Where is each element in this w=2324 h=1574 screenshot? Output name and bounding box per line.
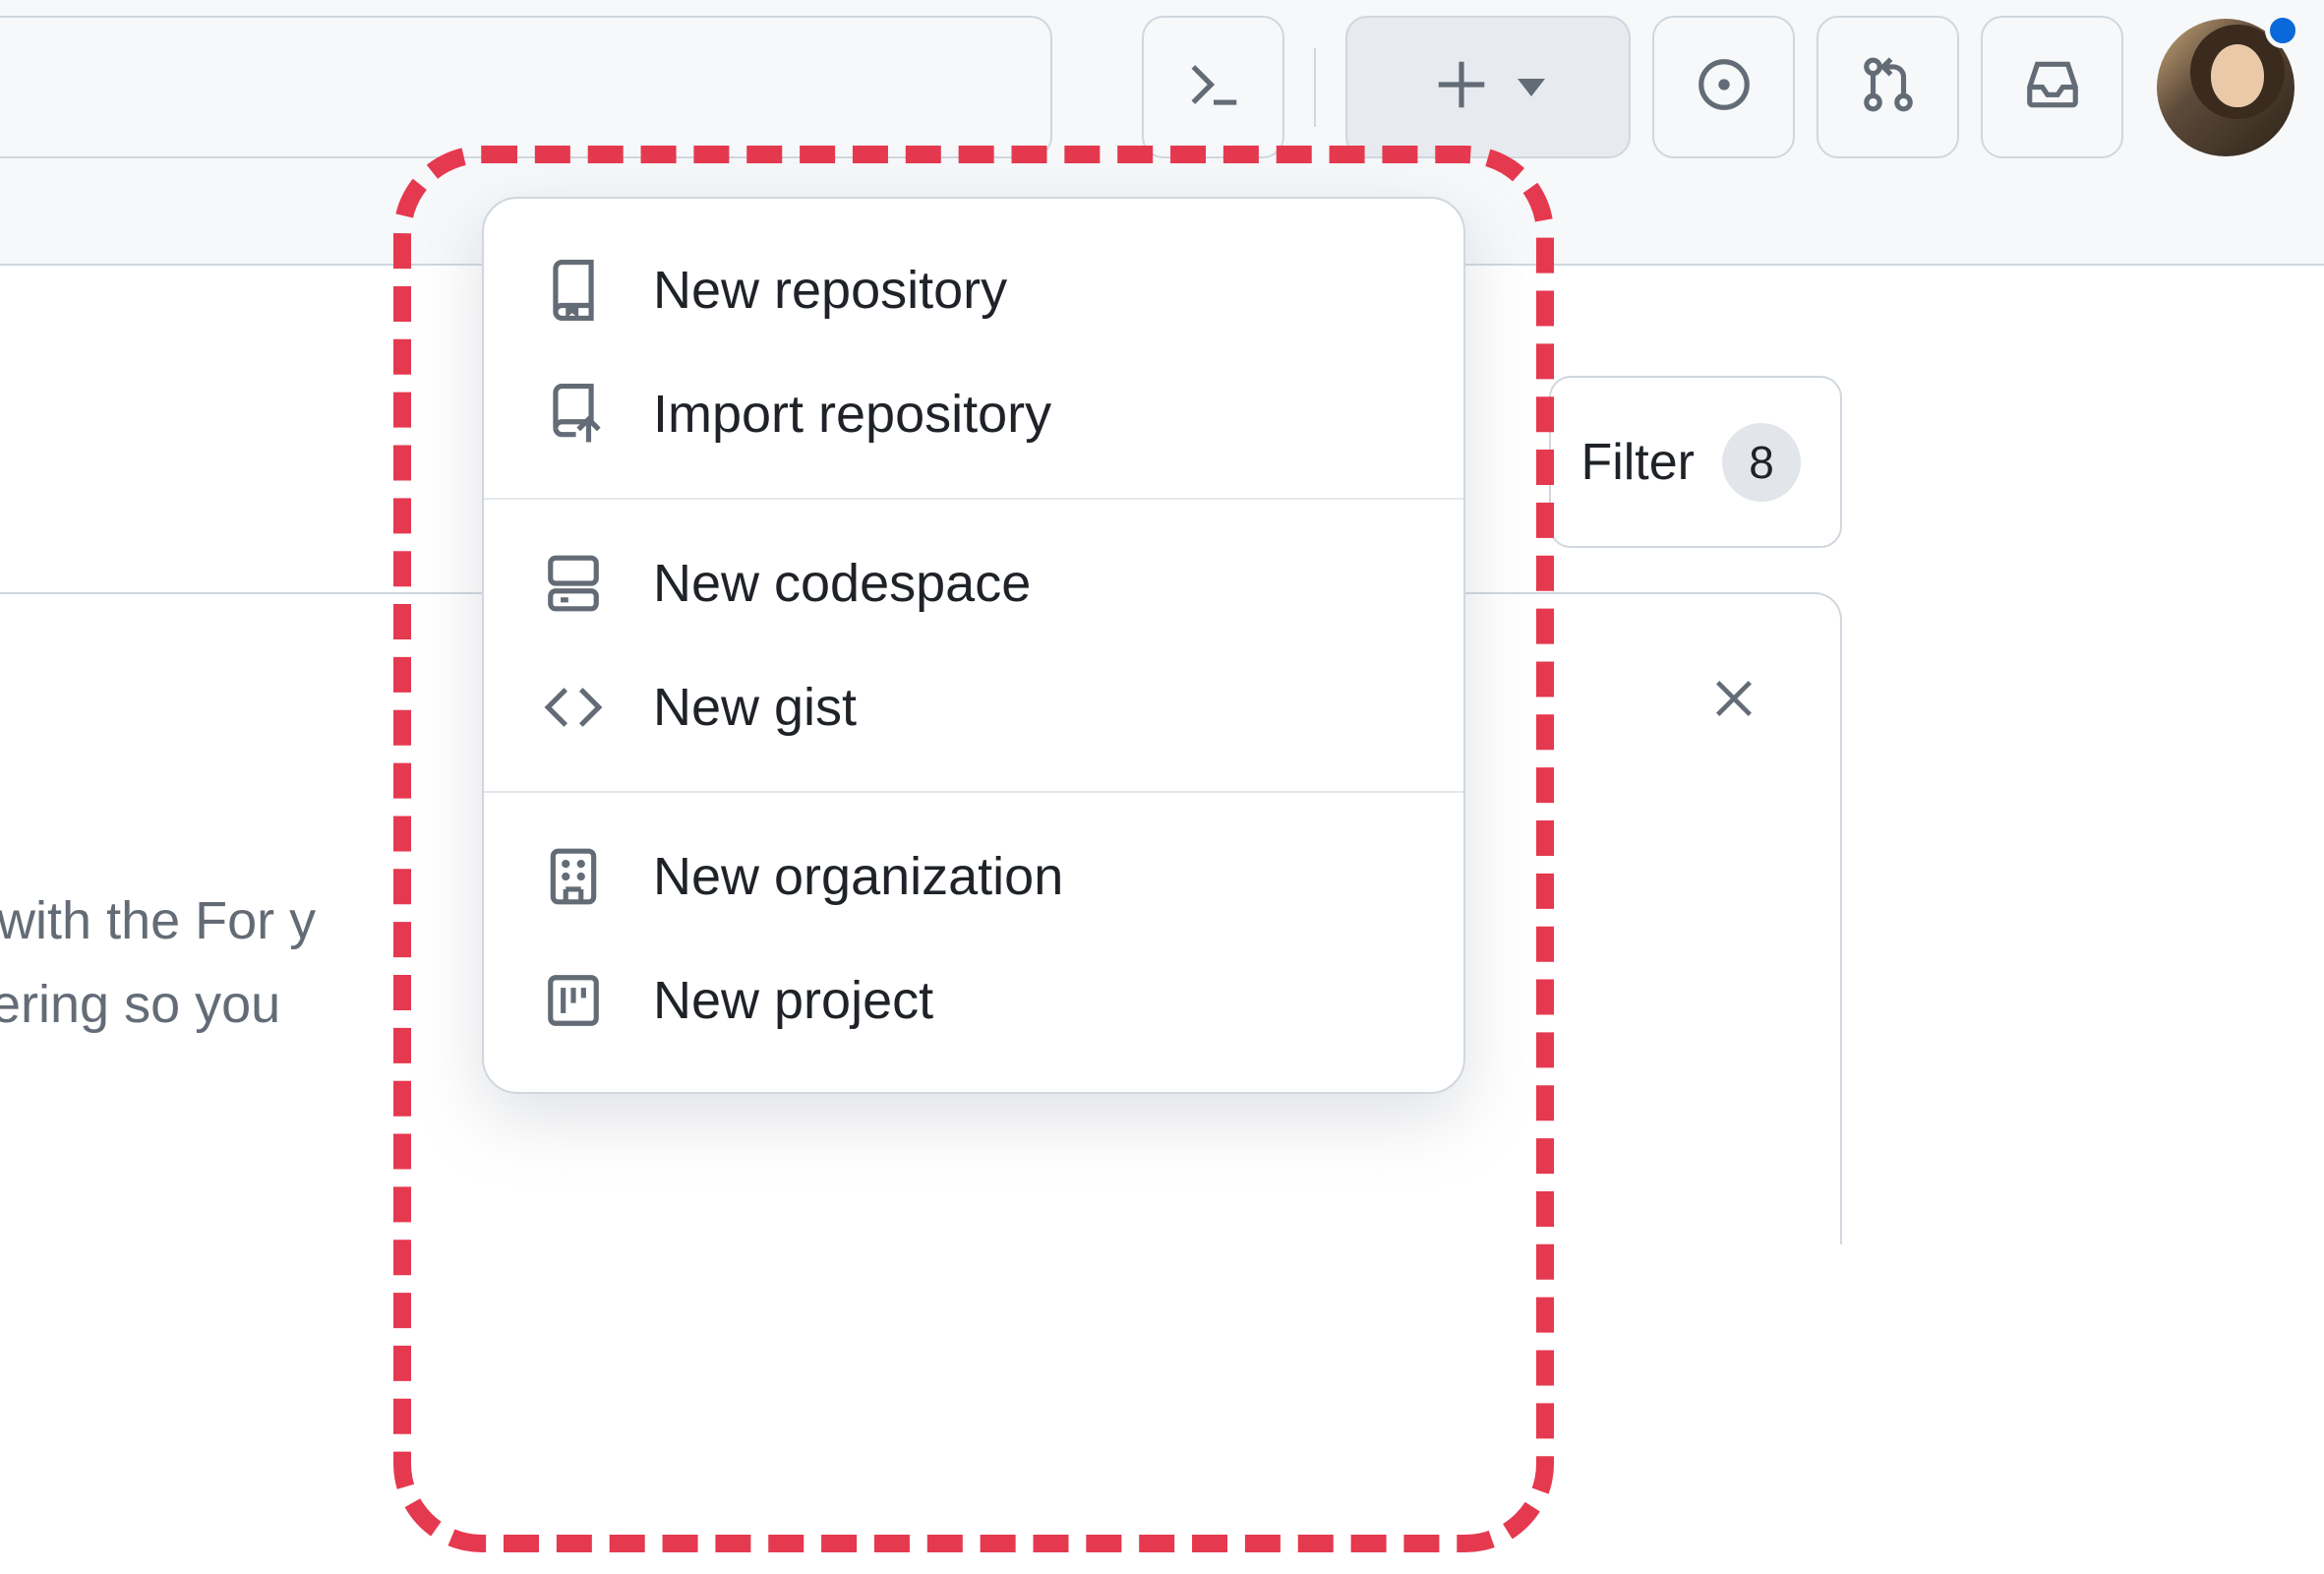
code-icon [543, 677, 604, 738]
menu-item-label: New gist [653, 677, 857, 738]
menu-separator [484, 498, 1463, 500]
pull-requests-button[interactable] [1817, 16, 1959, 158]
terminal-icon [1183, 54, 1244, 120]
header-actions [1142, 16, 2294, 158]
command-palette-button[interactable] [1142, 16, 1284, 158]
close-icon [1706, 671, 1761, 731]
repo-push-icon [543, 384, 604, 445]
menu-separator [484, 791, 1463, 793]
menu-item-import-repository[interactable]: Import repository [484, 352, 1463, 476]
menu-item-label: New codespace [653, 553, 1031, 614]
menu-item-label: New project [653, 970, 933, 1031]
inbox-icon [2022, 54, 2083, 120]
notifications-button[interactable] [1981, 16, 2123, 158]
repo-icon [543, 260, 604, 321]
codespaces-icon [543, 553, 604, 614]
menu-item-label: New organization [653, 846, 1063, 907]
header-divider [1314, 48, 1316, 127]
issue-opened-icon [1694, 54, 1755, 120]
create-new-button[interactable] [1345, 16, 1631, 158]
project-icon [543, 970, 604, 1031]
menu-item-new-gist[interactable]: New gist [484, 645, 1463, 769]
issues-button[interactable] [1652, 16, 1795, 158]
filter-count-badge: 8 [1722, 423, 1801, 502]
feed-filter-button[interactable]: Filter 8 [1549, 376, 1842, 548]
feed-text-frag-1: d with the For y [0, 891, 316, 950]
menu-item-new-repository[interactable]: New repository [484, 228, 1463, 352]
organization-icon [543, 846, 604, 907]
create-new-menu: New repository Import repository New cod… [482, 197, 1465, 1094]
dismiss-button[interactable] [1704, 671, 1763, 730]
notification-dot-icon [2265, 13, 2300, 48]
caret-down-icon [1518, 79, 1545, 96]
menu-item-new-codespace[interactable]: New codespace [484, 521, 1463, 645]
menu-item-new-organization[interactable]: New organization [484, 815, 1463, 938]
menu-item-label: New repository [653, 260, 1007, 321]
user-menu[interactable] [2157, 19, 2294, 156]
search-input-box[interactable] [0, 16, 1052, 158]
git-pull-request-icon [1858, 54, 1919, 120]
feed-text-frag-2: iltering so you [0, 975, 295, 1034]
menu-item-new-project[interactable]: New project [484, 938, 1463, 1062]
plus-icon [1431, 54, 1492, 120]
menu-item-label: Import repository [653, 384, 1051, 445]
filter-label: Filter [1580, 433, 1695, 492]
